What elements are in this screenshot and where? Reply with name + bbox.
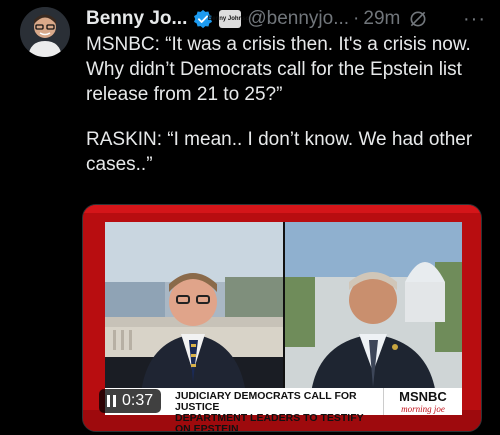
- video-frame: [105, 222, 462, 404]
- grok-icon[interactable]: [408, 9, 428, 29]
- tweet-paragraph: RASKIN: “I mean.. I don’t know. We had o…: [86, 129, 473, 175]
- network-name: MSNBC: [399, 389, 447, 404]
- video-time: 0:37: [122, 392, 154, 409]
- guest-video-panel: [285, 222, 462, 404]
- video-player[interactable]: JUDICIARY DEMOCRATS CALL FOR JUSTICE DEP…: [82, 204, 482, 432]
- avatar[interactable]: [20, 7, 70, 57]
- video-time-control[interactable]: 0:37: [99, 389, 162, 413]
- affiliation-badge[interactable]: Benny Johnson: [208, 10, 253, 28]
- host-video-panel: [105, 222, 283, 404]
- show-name: morning joe: [401, 404, 445, 414]
- author-name[interactable]: Benny Jo...: [86, 8, 187, 30]
- tweet-paragraph: MSNBC: “It was a crisis then. It's a cri…: [86, 34, 471, 105]
- pause-icon[interactable]: [107, 395, 116, 407]
- affiliation-badge-label: Benny Johnson: [207, 16, 253, 22]
- author-handle[interactable]: @bennyjo...: [247, 8, 349, 30]
- more-icon[interactable]: ···: [463, 8, 486, 31]
- chyron-line-1: JUDICIARY DEMOCRATS CALL FOR JUSTICE: [175, 390, 357, 413]
- chyron-line-2: DEPARTMENT LEADERS TO TESTIFY ON EPSTEIN: [175, 412, 364, 432]
- network-logo: MSNBC morning joe: [383, 388, 462, 415]
- timestamp[interactable]: 29m: [363, 8, 400, 30]
- separator-dot: ·: [353, 8, 360, 29]
- tweet-header: Benny Jo... Benny Johnson @bennyjo... · …: [86, 6, 486, 32]
- tweet-text: MSNBC: “It was a crisis then. It's a cri…: [86, 32, 490, 177]
